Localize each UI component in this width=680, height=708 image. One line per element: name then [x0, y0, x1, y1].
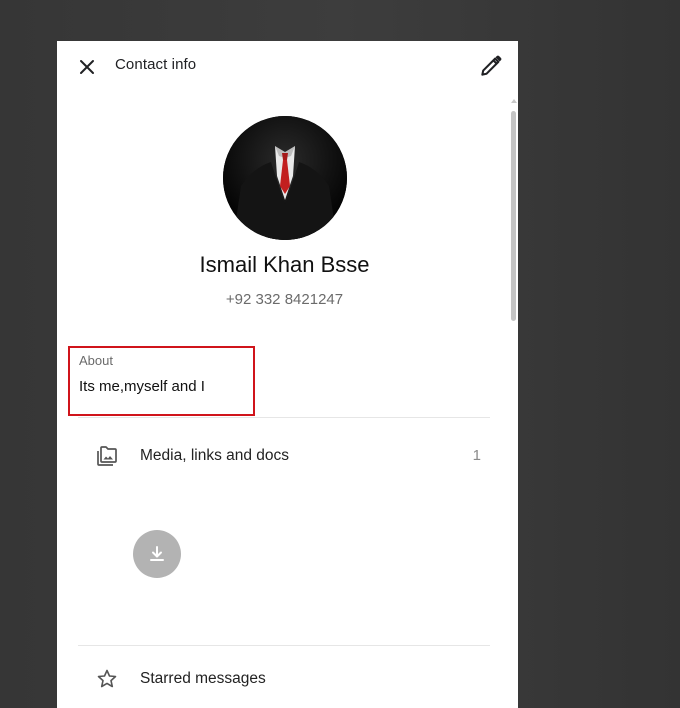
pencil-icon — [481, 55, 502, 76]
panel-header: Contact info — [57, 41, 518, 93]
contact-info-panel: Contact info Ismail Khan Bsse +92 332 84… — [57, 41, 518, 708]
star-icon — [95, 667, 119, 691]
media-folder-icon — [95, 444, 119, 468]
profile-picture — [223, 116, 347, 240]
starred-messages-row[interactable]: Starred messages — [57, 662, 497, 698]
about-label: About — [79, 353, 113, 368]
avatar[interactable] — [223, 116, 347, 240]
divider — [78, 645, 490, 646]
media-links-docs-label: Media, links and docs — [140, 447, 290, 464]
media-count: 1 — [472, 447, 481, 464]
scroll-up-arrow-icon[interactable] — [511, 99, 517, 103]
close-icon — [80, 60, 94, 74]
page-title: Contact info — [115, 56, 197, 73]
contact-name: Ismail Khan Bsse — [199, 252, 370, 277]
scroll-thumb[interactable] — [511, 111, 516, 321]
download-icon — [150, 546, 164, 561]
about-text: Its me,myself and I — [79, 378, 205, 395]
scrollbar[interactable] — [510, 99, 518, 708]
divider — [78, 417, 490, 418]
close-button[interactable] — [75, 55, 99, 79]
starred-messages-label: Starred messages — [140, 670, 266, 687]
contact-phone: +92 332 8421247 — [225, 291, 344, 308]
edit-button[interactable] — [478, 53, 504, 79]
media-links-docs-row[interactable]: Media, links and docs 1 — [57, 439, 497, 475]
download-button[interactable] — [133, 530, 181, 578]
